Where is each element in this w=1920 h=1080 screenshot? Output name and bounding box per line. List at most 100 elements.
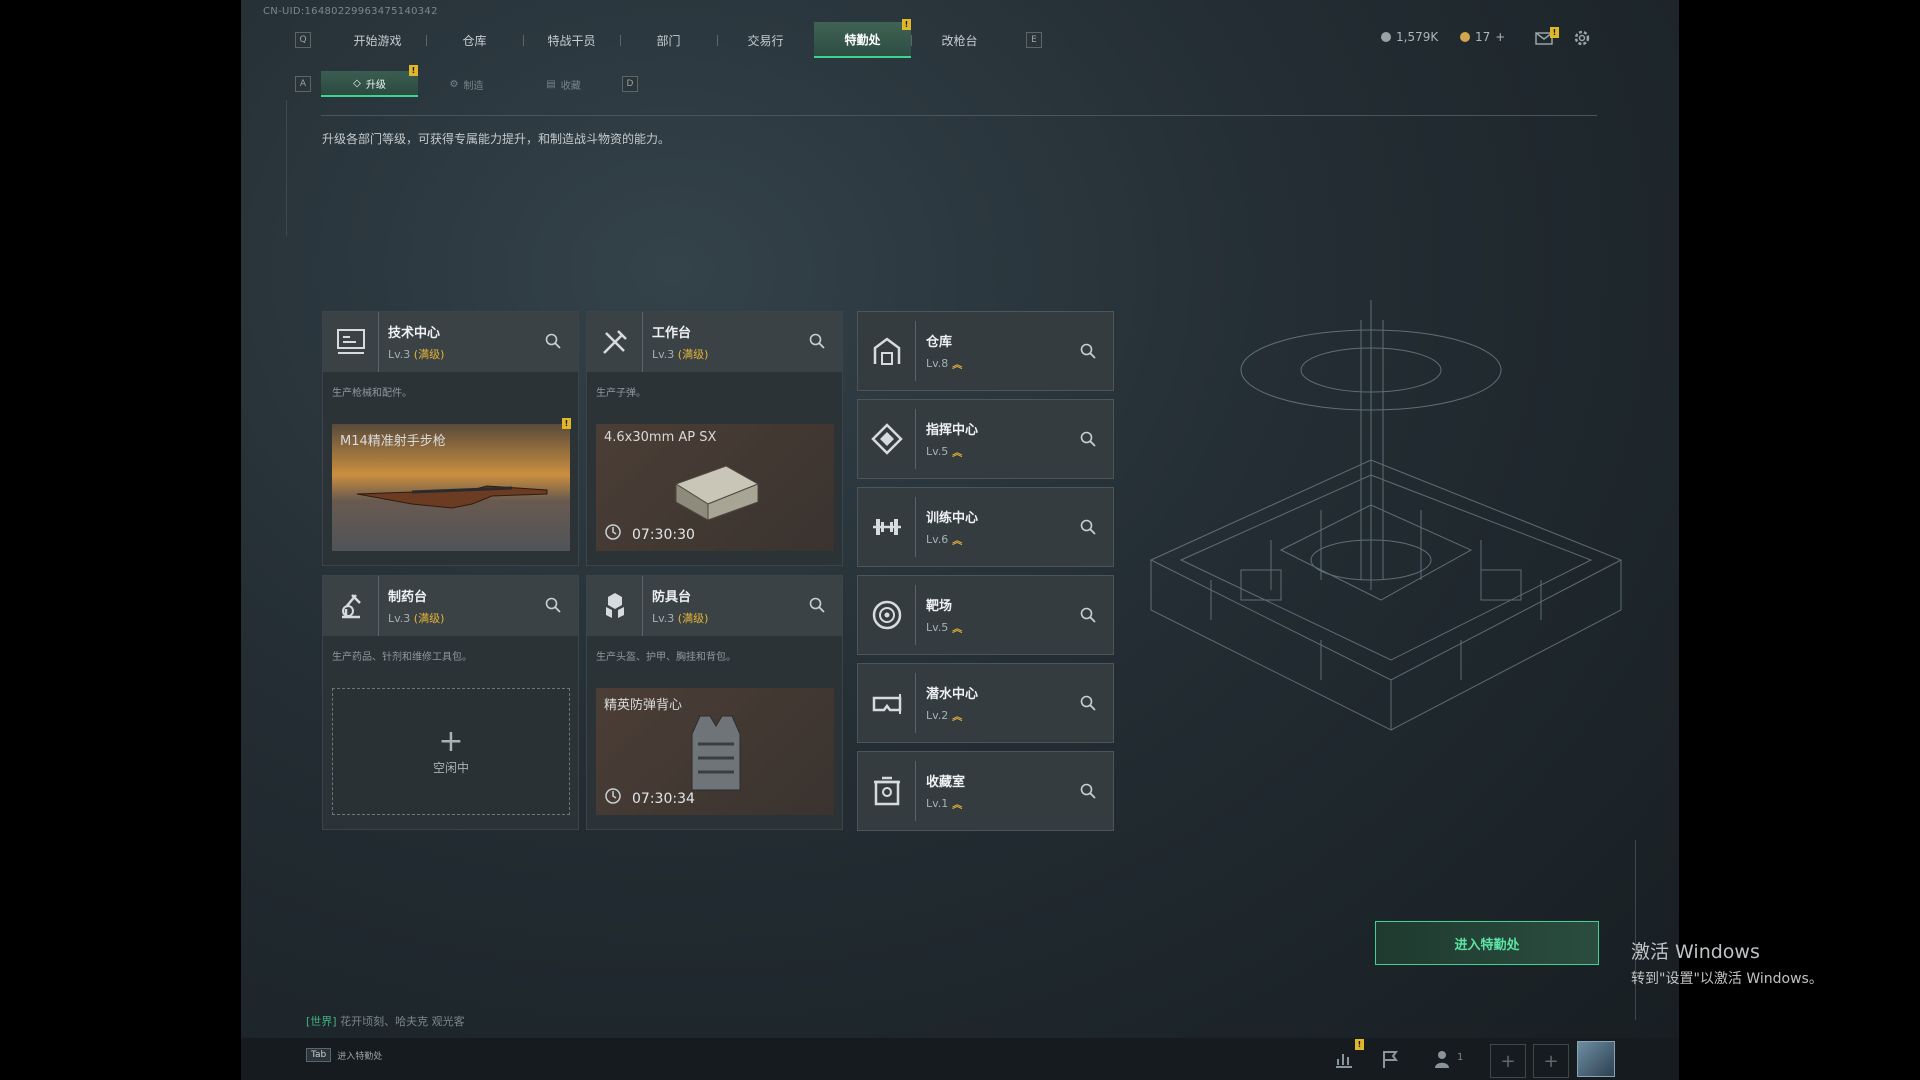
subnav-left-key[interactable]: A xyxy=(295,76,311,92)
search-icon[interactable] xyxy=(544,596,562,614)
facility-card-pharmacy[interactable]: 制药台 Lv.3 (满级) 生产药品、针剂和维修工具包。 + 空闲中 xyxy=(322,575,579,830)
upgrade-arrow-icon: ︽ xyxy=(952,800,963,811)
chat-channel: [世界] xyxy=(306,1015,337,1028)
facility-level: Lv.3 (满级) xyxy=(652,348,709,361)
pharmacy-icon xyxy=(341,594,361,619)
nav-left-key[interactable]: Q xyxy=(295,32,311,48)
gear-icon[interactable] xyxy=(1572,28,1592,48)
trophy-room-icon xyxy=(873,776,900,806)
department-name: 靶场 xyxy=(926,599,953,614)
department-name: 指挥中心 xyxy=(926,423,979,438)
windows-activation-watermark: 激活 Windows 转到"设置"以激活 Windows。 xyxy=(1631,937,1823,988)
command-center-icon xyxy=(870,423,903,455)
tab-operators[interactable]: 特战干员 xyxy=(523,22,620,58)
currency-secondary[interactable]: 17 + xyxy=(1460,30,1505,44)
tab-special-ops-label: 特勤处 xyxy=(844,32,881,47)
facility-card-workbench[interactable]: 工作台 Lv.3 (满级) 生产子弹。 4.6x30mm AP SX 07:30… xyxy=(586,311,843,566)
subnav-right-key[interactable]: D xyxy=(622,76,638,92)
upgrade-arrow-icon: ︽ xyxy=(952,536,963,547)
department-shooting-range[interactable]: 靶场 Lv.5 ︽ xyxy=(857,575,1114,655)
notification-badge: ! xyxy=(1355,1039,1364,1050)
search-icon[interactable] xyxy=(1079,606,1097,624)
upgrade-arrow-icon: ︽ xyxy=(952,360,963,371)
department-training-center[interactable]: 训练中心 Lv.6 ︽ xyxy=(857,487,1114,567)
subtab-upgrade-label: 升级 xyxy=(365,79,386,91)
department-name: 收藏室 xyxy=(926,775,966,790)
coin-icon xyxy=(1381,32,1391,42)
empty-production-slot[interactable]: + 空闲中 xyxy=(332,688,570,815)
notification-badge: ! xyxy=(409,65,418,76)
tab-gunsmith[interactable]: 改枪台 xyxy=(911,22,1008,58)
divider xyxy=(1635,840,1636,1020)
avatar[interactable] xyxy=(1577,1041,1615,1077)
currency-secondary-value: 17 xyxy=(1475,30,1491,44)
flag-icon[interactable] xyxy=(1379,1048,1401,1070)
search-icon[interactable] xyxy=(1079,518,1097,536)
friends-count: 1 xyxy=(1457,1052,1464,1063)
facility-level: Lv.3 (满级) xyxy=(652,612,709,625)
add-teammate-button[interactable]: + xyxy=(1490,1044,1526,1078)
upgrade-icon: ◇ xyxy=(353,77,361,89)
department-collection-room[interactable]: 收藏室 Lv.1 ︽ xyxy=(857,751,1114,831)
timer-icon xyxy=(605,524,621,540)
search-icon[interactable] xyxy=(1079,694,1097,712)
nav-right-key[interactable]: E xyxy=(1026,32,1042,48)
page-description: 升级各部门等级，可获得专属能力提升，和制造战斗物资的能力。 xyxy=(322,132,671,146)
facility-description: 生产子弹。 xyxy=(596,388,646,399)
subtab-craft[interactable]: ⚙ 制造 xyxy=(418,71,515,97)
tab-hint[interactable]: Tab 进入特勤处 xyxy=(306,1048,382,1062)
armor-bench-icon xyxy=(605,593,624,618)
search-icon[interactable] xyxy=(808,332,826,350)
subtab-collection[interactable]: ▤ 收藏 xyxy=(515,71,612,97)
add-currency-button[interactable]: + xyxy=(1495,30,1505,44)
stats-icon[interactable] xyxy=(1333,1048,1355,1070)
department-name: 潜水中心 xyxy=(926,687,979,702)
add-teammate-button[interactable]: + xyxy=(1533,1044,1569,1078)
divider xyxy=(286,100,287,236)
item-name: M14精准射手步枪 xyxy=(340,434,446,449)
production-timer: 07:30:34 xyxy=(632,791,695,807)
plus-icon: + xyxy=(1500,1050,1516,1072)
enter-special-ops-button[interactable]: 进入特勤处 xyxy=(1375,921,1599,965)
search-icon[interactable] xyxy=(1079,342,1097,360)
search-icon[interactable] xyxy=(1079,782,1097,800)
chat-line[interactable]: [世界] 花开顷刻、哈夫克 观光客 xyxy=(306,1013,465,1029)
facility-card-tech-center[interactable]: 技术中心 Lv.3 (满级) 生产枪械和配件。 M14精准射手步枪 ! xyxy=(322,311,579,566)
slot-status: 空闲中 xyxy=(432,761,469,775)
tab-start-game[interactable]: 开始游戏 xyxy=(329,22,426,58)
production-slot[interactable]: M14精准射手步枪 ! xyxy=(332,418,571,551)
friends-icon[interactable] xyxy=(1433,1048,1455,1070)
divider xyxy=(321,115,1597,116)
facility-description: 生产枪械和配件。 xyxy=(332,388,412,399)
base-illustration xyxy=(1149,300,1623,731)
upgrade-arrow-icon: ︽ xyxy=(952,448,963,459)
notification-badge: ! xyxy=(562,418,571,429)
craft-icon: ⚙ xyxy=(449,78,459,90)
ammo-box-icon xyxy=(674,465,760,521)
facility-card-armor-bench[interactable]: 防具台 Lv.3 (满级) 生产头盔、护甲、胸挂和背包。 精英防弹背心 07:3… xyxy=(586,575,843,830)
facility-level: Lv.3 (满级) xyxy=(388,612,445,625)
department-name: 训练中心 xyxy=(926,511,979,526)
sub-nav: A ◇ 升级 ! ⚙ 制造 ▤ 收藏 D xyxy=(295,65,638,97)
production-slot[interactable]: 4.6x30mm AP SX 07:30:30 xyxy=(596,424,834,551)
tab-special-ops[interactable]: 特勤处 ! xyxy=(814,19,911,58)
department-level: Lv.5 ︽ xyxy=(926,445,963,459)
currency-primary[interactable]: 1,579K xyxy=(1381,30,1438,44)
search-icon[interactable] xyxy=(544,332,562,350)
add-icon: + xyxy=(438,724,464,759)
department-command-center[interactable]: 指挥中心 Lv.5 ︽ xyxy=(857,399,1114,479)
production-slot[interactable]: 精英防弹背心 07:30:34 xyxy=(596,688,834,815)
facility-description: 生产头盔、护甲、胸挂和背包。 xyxy=(596,652,736,663)
search-icon[interactable] xyxy=(1079,430,1097,448)
department-warehouse[interactable]: 仓库 Lv.8 ︽ xyxy=(857,311,1114,391)
search-icon[interactable] xyxy=(808,596,826,614)
tab-departments[interactable]: 部门 xyxy=(620,22,717,58)
diving-mask-icon xyxy=(872,694,901,714)
department-diving-center[interactable]: 潜水中心 Lv.2 ︽ xyxy=(857,663,1114,743)
department-level: Lv.8 ︽ xyxy=(926,357,963,371)
tab-trading[interactable]: 交易行 xyxy=(717,22,814,58)
tab-warehouse[interactable]: 仓库 xyxy=(426,22,523,58)
department-level: Lv.5 ︽ xyxy=(926,621,963,635)
subtab-upgrade[interactable]: ◇ 升级 ! xyxy=(321,65,418,97)
tech-center-icon xyxy=(336,329,365,354)
